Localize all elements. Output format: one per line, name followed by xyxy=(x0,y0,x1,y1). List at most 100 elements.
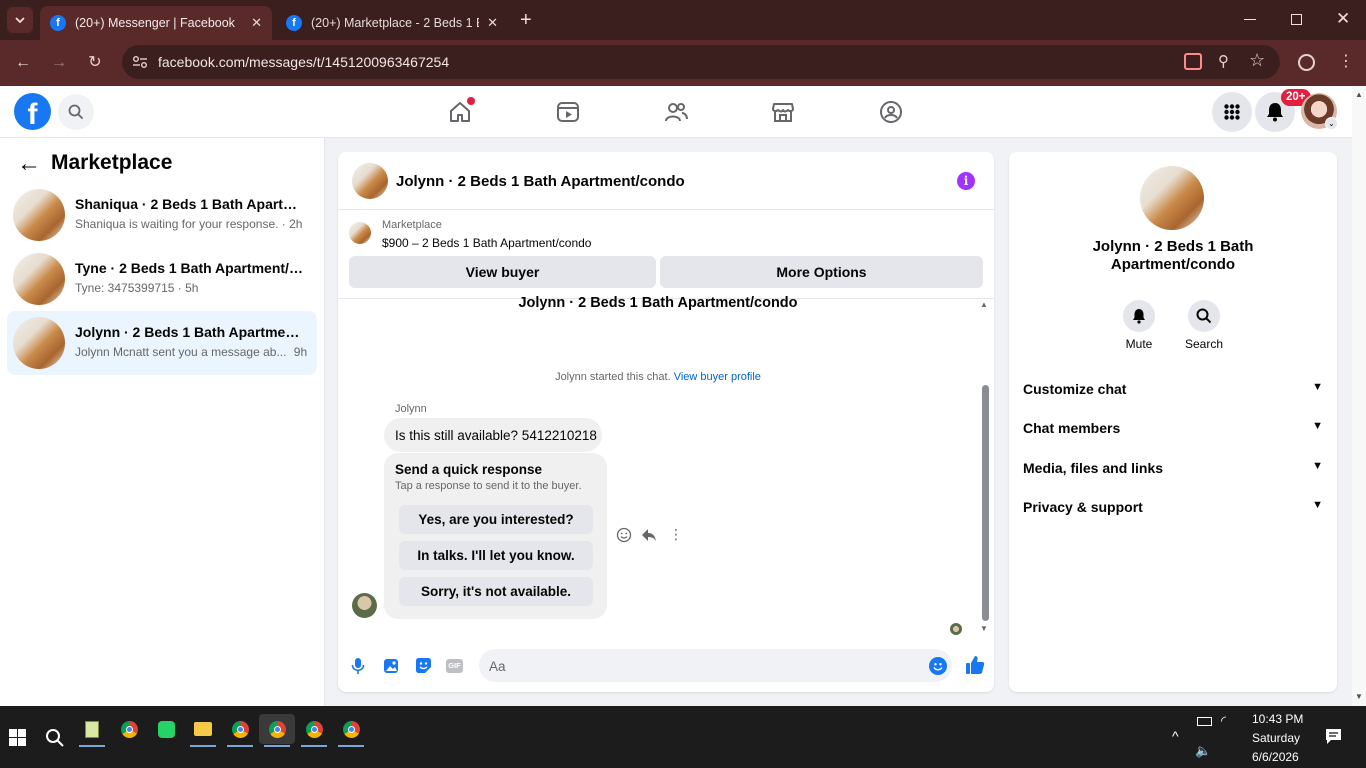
bell-icon xyxy=(1133,309,1145,324)
zoom-icon[interactable]: ⚲ xyxy=(1218,52,1229,70)
chrome-taskbar-icon-active[interactable] xyxy=(259,714,295,747)
media-files-links-section[interactable]: Media, files and links ▼ xyxy=(1023,460,1323,484)
mute-button[interactable] xyxy=(1123,300,1155,332)
chrome-icon xyxy=(231,720,249,738)
whatsapp-taskbar-icon[interactable] xyxy=(148,714,184,744)
preview-text: Jolynn Mcnatt sent you a message ab... xyxy=(75,345,287,359)
emoji-icon[interactable] xyxy=(929,657,947,675)
chevron-down-icon: ▼ xyxy=(1312,420,1323,432)
notepad-taskbar-icon[interactable] xyxy=(74,714,110,747)
sender-avatar[interactable] xyxy=(352,593,377,618)
active-indicator xyxy=(338,745,364,747)
volume-icon[interactable]: 🔈 xyxy=(1195,743,1211,759)
restore-window-button[interactable] xyxy=(1291,14,1302,25)
more-actions-icon[interactable]: ⋮ xyxy=(669,525,683,543)
message-bubble[interactable]: Is this still available? 5412210218 xyxy=(384,418,602,452)
windows-start-icon[interactable] xyxy=(9,729,26,746)
chat-members-section[interactable]: Chat members ▼ xyxy=(1023,420,1323,444)
conversation-item[interactable]: Tyne · 2 Beds 1 Bath Apartment/condo Tyn… xyxy=(7,247,317,311)
message-input[interactable]: Aa xyxy=(479,649,952,682)
groups-icon[interactable] xyxy=(879,100,903,124)
browser-toolbar: ← → ↻ facebook.com/messages/t/1451200963… xyxy=(0,40,1366,86)
chevron-down-icon xyxy=(15,17,25,24)
view-buyer-profile-link[interactable]: View buyer profile xyxy=(674,371,761,383)
sticker-icon[interactable] xyxy=(415,657,432,674)
notification-center-icon[interactable] xyxy=(1325,728,1342,745)
search-button[interactable] xyxy=(58,94,94,130)
chrome-taskbar-icon[interactable] xyxy=(111,714,147,744)
listing-title[interactable]: $900 – 2 Beds 1 Bath Apartment/condo xyxy=(382,236,591,250)
marketplace-icon[interactable] xyxy=(771,100,795,124)
video-icon[interactable] xyxy=(556,100,580,124)
conversation-item[interactable]: Shaniqua · 2 Beds 1 Bath Apartment/condo… xyxy=(7,183,317,247)
reply-icon[interactable] xyxy=(641,527,657,543)
file-explorer-taskbar-icon[interactable] xyxy=(185,714,221,747)
quick-response-option[interactable]: Sorry, it's not available. xyxy=(399,577,593,606)
customize-chat-section[interactable]: Customize chat ▼ xyxy=(1023,381,1323,405)
scroll-up-arrow[interactable]: ▲ xyxy=(1355,90,1363,99)
close-icon[interactable]: ✕ xyxy=(251,15,262,31)
facebook-header: f 20+ ⌄ xyxy=(0,86,1352,138)
close-icon[interactable]: ✕ xyxy=(487,15,498,31)
profile-icon[interactable] xyxy=(1298,54,1315,71)
chat-avatar[interactable] xyxy=(352,163,388,199)
chrome-icon xyxy=(268,720,286,738)
tab-marketplace[interactable]: f (20+) Marketplace - 2 Beds 1 Bath ✕ xyxy=(276,6,508,40)
page-scrollbar[interactable]: ▲ ▼ xyxy=(1352,86,1366,706)
forward-arrow-icon[interactable]: → xyxy=(48,52,70,74)
back-arrow-icon[interactable]: ← xyxy=(12,52,34,74)
bookmark-star-icon[interactable]: ☆ xyxy=(1249,50,1265,71)
privacy-support-section[interactable]: Privacy & support ▼ xyxy=(1023,499,1323,523)
facebook-logo[interactable]: f xyxy=(14,93,51,130)
show-hidden-icons-chevron[interactable]: ^ xyxy=(1172,728,1179,744)
view-buyer-button[interactable]: View buyer xyxy=(349,256,656,288)
scrollbar-thumb[interactable] xyxy=(982,385,989,621)
gif-icon[interactable]: GIF xyxy=(446,659,463,673)
new-tab-button[interactable]: + xyxy=(520,9,532,31)
scroll-down-arrow[interactable]: ▼ xyxy=(980,624,988,633)
more-options-button[interactable]: More Options xyxy=(660,256,983,288)
tab-search-button[interactable] xyxy=(7,7,33,33)
photo-icon[interactable] xyxy=(383,658,399,674)
microphone-icon[interactable] xyxy=(351,657,365,675)
chrome-taskbar-icon[interactable] xyxy=(333,714,369,747)
battery-icon[interactable] xyxy=(1197,717,1212,726)
menu-button[interactable] xyxy=(1212,92,1252,132)
install-app-icon[interactable] xyxy=(1184,53,1202,70)
thread-title: Jolynn · 2 Beds 1 Bath Apartment/condo xyxy=(518,295,798,311)
scroll-down-arrow[interactable]: ▼ xyxy=(1355,692,1363,701)
clock-time[interactable]: 10:43 PM xyxy=(1252,712,1303,726)
chat-title[interactable]: Jolynn · 2 Beds 1 Bath Apartment/condo xyxy=(396,173,685,190)
friends-icon[interactable] xyxy=(664,100,688,124)
notepad-icon xyxy=(85,720,99,738)
react-emoji-icon[interactable] xyxy=(616,527,632,543)
site-settings-icon[interactable] xyxy=(132,55,148,69)
search-icon[interactable] xyxy=(45,728,64,747)
read-receipt-avatar xyxy=(950,623,962,635)
search-icon xyxy=(1196,308,1212,324)
info-icon[interactable]: i xyxy=(957,172,975,190)
chrome-taskbar-icon[interactable] xyxy=(296,714,332,747)
clock-day[interactable]: Saturday xyxy=(1252,731,1300,745)
account-chevron-icon[interactable]: ⌄ xyxy=(1325,117,1338,130)
scroll-up-arrow[interactable]: ▲ xyxy=(980,300,988,309)
panel-title: Marketplace xyxy=(51,151,173,174)
minimize-window-button[interactable] xyxy=(1244,19,1256,20)
browser-menu-icon[interactable]: ⋮ xyxy=(1338,52,1354,72)
tab-messenger[interactable]: f (20+) Messenger | Facebook ✕ xyxy=(40,6,272,40)
conversation-item-selected[interactable]: Jolynn · 2 Beds 1 Bath Apartment/condo J… xyxy=(7,311,317,375)
conversation-preview: Shaniqua is waiting for your response. ·… xyxy=(75,217,303,231)
address-bar[interactable]: facebook.com/messages/t/1451200963467254… xyxy=(122,45,1280,79)
thumbs-up-icon[interactable] xyxy=(965,655,985,675)
back-arrow-icon[interactable]: ← xyxy=(17,150,41,178)
quick-response-title: Send a quick response xyxy=(395,462,543,477)
close-window-button[interactable]: ✕ xyxy=(1336,9,1350,29)
quick-response-option[interactable]: In talks. I'll let you know. xyxy=(399,541,593,570)
search-button[interactable] xyxy=(1188,300,1220,332)
listing-avatar xyxy=(1140,166,1204,230)
quick-response-option[interactable]: Yes, are you interested? xyxy=(399,505,593,534)
clock-date[interactable]: 6/6/2026 xyxy=(1252,750,1299,764)
chrome-taskbar-icon[interactable] xyxy=(222,714,258,747)
wifi-icon[interactable]: ◜ xyxy=(1221,713,1226,729)
reload-icon[interactable]: ↻ xyxy=(84,52,106,74)
